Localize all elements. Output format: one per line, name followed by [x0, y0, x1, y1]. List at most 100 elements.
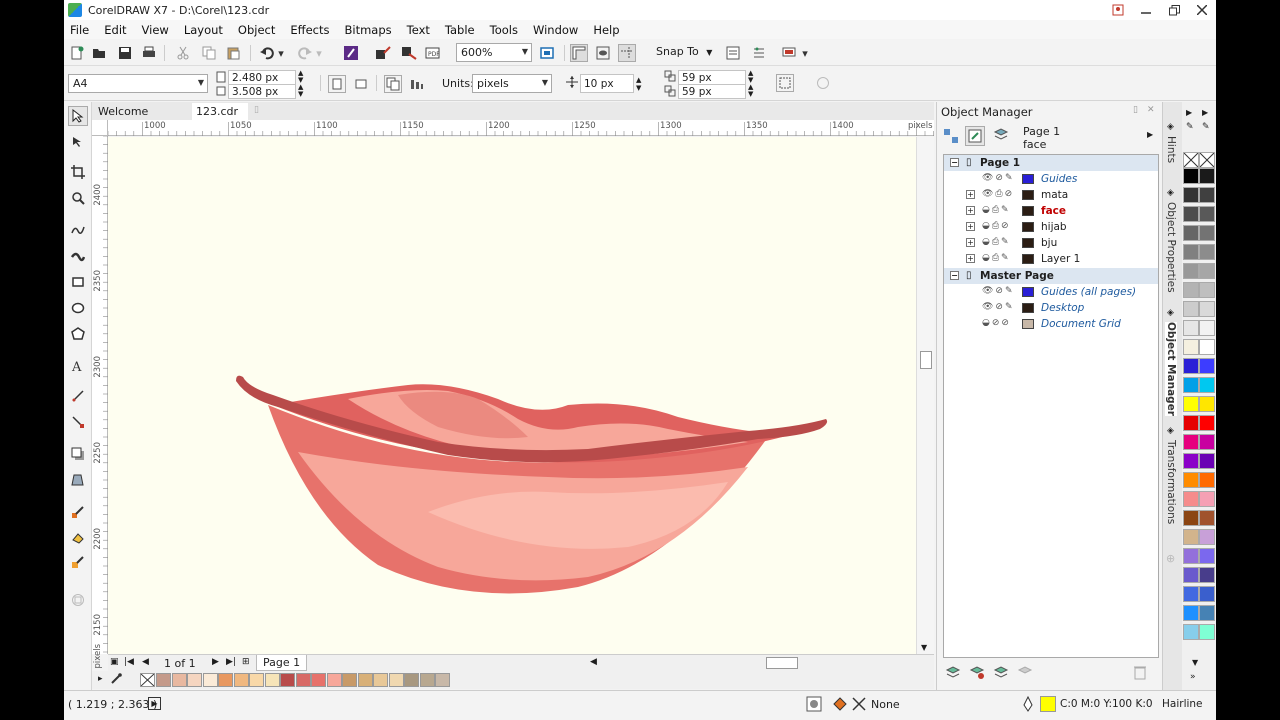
- palette-color-swatch[interactable]: [1183, 491, 1199, 507]
- duplicate-x-field[interactable]: 59 px: [678, 70, 746, 85]
- ellipse-tool-icon[interactable]: [68, 298, 88, 318]
- vertical-scrollbar[interactable]: ▼: [916, 137, 934, 654]
- palette-color-swatch[interactable]: [1199, 358, 1215, 374]
- page-width-field[interactable]: 2.480 px: [228, 70, 296, 85]
- ruler-origin[interactable]: [92, 120, 108, 136]
- menu-window[interactable]: Window: [533, 23, 578, 37]
- freehand-tool-icon[interactable]: [68, 220, 88, 240]
- palette-color-swatch[interactable]: [1183, 320, 1199, 336]
- search-content-icon[interactable]: [342, 44, 360, 62]
- document-palette-swatch[interactable]: [342, 673, 357, 687]
- expand-icon[interactable]: +: [966, 254, 975, 263]
- options-icon[interactable]: [724, 44, 742, 62]
- palette-color-swatch[interactable]: [1199, 282, 1215, 298]
- next-page-icon[interactable]: ▶: [212, 657, 219, 667]
- palette-color-swatch[interactable]: [1199, 624, 1215, 640]
- current-page-icon[interactable]: [408, 75, 426, 93]
- layer-visibility-icons[interactable]: 👁⊘✎: [982, 286, 1015, 296]
- document-palette-swatch[interactable]: [249, 673, 264, 687]
- tree-row-bju[interactable]: + ◒⎙✎ bju: [944, 235, 1158, 251]
- palette-color-swatch[interactable]: [1199, 434, 1215, 450]
- new-master-layer-all-pages-icon[interactable]: [993, 664, 1009, 683]
- palette-color-swatch[interactable]: [1183, 168, 1199, 184]
- page-width-spinner[interactable]: ▲ ▼: [298, 70, 303, 84]
- last-page-icon[interactable]: ▶|: [226, 657, 236, 667]
- document-palette-swatch[interactable]: [419, 673, 435, 687]
- all-pages-icon[interactable]: [384, 75, 402, 93]
- document-palette-swatch[interactable]: [435, 673, 450, 687]
- treat-as-filled-icon[interactable]: [776, 74, 794, 92]
- edit-across-layers-icon[interactable]: [965, 126, 985, 146]
- palette-color-swatch[interactable]: [1199, 339, 1215, 355]
- menu-view[interactable]: View: [142, 23, 169, 37]
- tree-row-guides-all-pages[interactable]: 👁⊘✎ Guides (all pages): [944, 284, 1158, 300]
- layer-visibility-icons[interactable]: ◒⊘⊘: [982, 318, 1011, 328]
- document-color-settings-icon[interactable]: [806, 696, 822, 715]
- palette-color-swatch[interactable]: [1183, 472, 1199, 488]
- layer-visibility-icons[interactable]: ◒⎙✎: [982, 205, 1011, 215]
- launcher-dropdown-icon[interactable]: ▾: [800, 44, 810, 62]
- palette-color-swatch[interactable]: [1183, 339, 1199, 355]
- layer-visibility-icons[interactable]: ◒⎙✎: [982, 253, 1011, 263]
- eyedropper-icon[interactable]: ✎: [1202, 122, 1210, 132]
- artistic-media-tool-icon[interactable]: [68, 246, 88, 266]
- tab-welcome-screen[interactable]: Welcome Screen: [94, 103, 190, 131]
- rectangle-tool-icon[interactable]: [68, 272, 88, 292]
- document-palette-swatch[interactable]: [264, 673, 280, 687]
- vertical-ruler[interactable]: 2400 2350 2300 2250 2200 2150 pixels: [92, 136, 108, 669]
- show-rulers-icon[interactable]: [570, 44, 588, 62]
- palette-color-swatch[interactable]: [1183, 567, 1199, 583]
- snap-to-dropdown[interactable]: Snap To ▼: [656, 45, 712, 58]
- palette-color-swatch[interactable]: [1199, 377, 1215, 393]
- duplicate-x-spinner[interactable]: ▲ ▼: [748, 70, 753, 84]
- palette-color-swatch[interactable]: [1183, 586, 1199, 602]
- text-tool-icon[interactable]: A: [68, 356, 88, 376]
- palette-scroll-up-icon[interactable]: ▶: [1186, 108, 1192, 117]
- horizontal-ruler[interactable]: 1000 1050 1100 1150 1200 1250 1300 1350 …: [108, 120, 934, 136]
- units-select[interactable]: pixels ▼: [472, 74, 552, 93]
- tree-row-hijab[interactable]: + ◒⎙⊘ hijab: [944, 219, 1158, 235]
- palette-color-swatch[interactable]: [1199, 548, 1215, 564]
- redo-dropdown-icon[interactable]: ▾: [314, 44, 324, 62]
- customize-toolbox-icon[interactable]: [68, 590, 88, 610]
- menu-text[interactable]: Text: [407, 23, 430, 37]
- menu-table[interactable]: Table: [445, 23, 475, 37]
- duplicate-y-spinner[interactable]: ▲ ▼: [748, 84, 753, 98]
- palette-options-icon[interactable]: ▸: [98, 674, 103, 684]
- palette-color-swatch[interactable]: [1183, 244, 1199, 260]
- document-palette-swatch[interactable]: [156, 673, 171, 687]
- page-height-spinner[interactable]: ▲ ▼: [298, 84, 303, 98]
- palette-color-swatch[interactable]: [1199, 396, 1215, 412]
- palette-color-swatch[interactable]: [1199, 320, 1215, 336]
- portrait-icon[interactable]: [328, 75, 346, 93]
- tree-row-layer-1[interactable]: + ◒⎙✎ Layer 1: [944, 251, 1158, 267]
- copy-icon[interactable]: [200, 44, 218, 62]
- docker-add-icon[interactable]: ⊕: [1166, 552, 1175, 565]
- menu-tools[interactable]: Tools: [490, 23, 518, 37]
- full-screen-icon[interactable]: [538, 44, 556, 62]
- docker-tab-hints[interactable]: Hints: [1165, 136, 1177, 163]
- tree-row-face[interactable]: + ◒⎙✎ face: [944, 203, 1158, 219]
- palette-scroll-down-icon[interactable]: ▼: [1192, 658, 1198, 667]
- palette-color-swatch[interactable]: [1183, 301, 1199, 317]
- print-icon[interactable]: [140, 44, 158, 62]
- menu-effects[interactable]: Effects: [290, 23, 329, 37]
- page-tab-page-1[interactable]: Page 1: [256, 655, 308, 671]
- restore-icon[interactable]: [1160, 0, 1188, 20]
- zoom-tool-icon[interactable]: [68, 188, 88, 208]
- color-eyedropper-tool-icon[interactable]: [68, 502, 88, 522]
- previous-page-icon[interactable]: ◀: [142, 657, 149, 667]
- outline-pen-icon[interactable]: [1022, 695, 1034, 715]
- document-palette-swatch[interactable]: [171, 673, 187, 687]
- user-icon[interactable]: [1104, 0, 1132, 20]
- tree-row-page-1[interactable]: − ▯ Page 1: [944, 155, 1158, 171]
- menu-layout[interactable]: Layout: [184, 23, 223, 37]
- palette-color-swatch[interactable]: [1199, 529, 1215, 545]
- palette-color-swatch[interactable]: [1199, 168, 1215, 184]
- document-palette-swatch[interactable]: [373, 673, 388, 687]
- document-palette-swatch[interactable]: [311, 673, 326, 687]
- palette-color-swatch[interactable]: [1183, 225, 1199, 241]
- palette-color-swatch[interactable]: [1199, 415, 1215, 431]
- palette-color-swatch[interactable]: [1183, 453, 1199, 469]
- document-palette-swatch[interactable]: [187, 673, 202, 687]
